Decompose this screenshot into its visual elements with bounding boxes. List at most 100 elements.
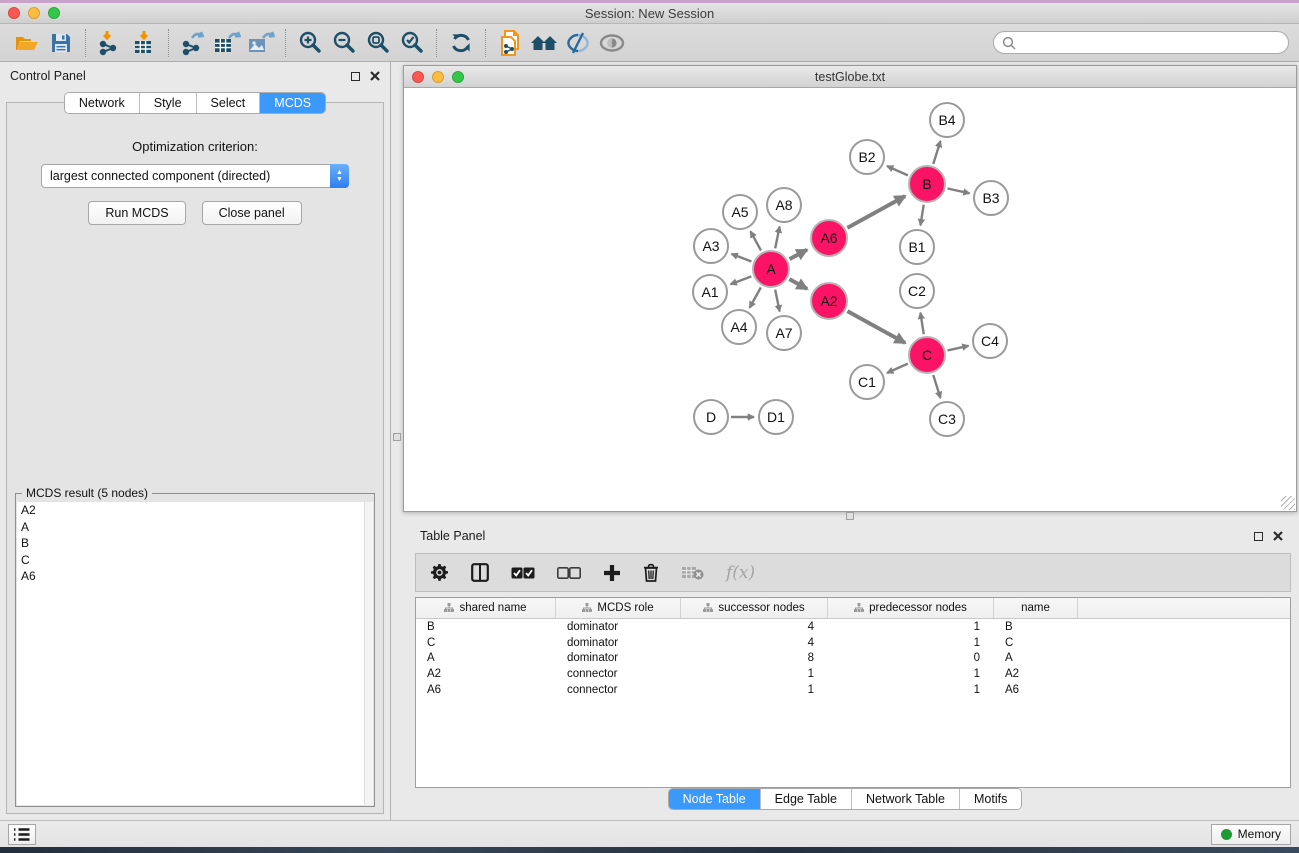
table-settings-icon[interactable] xyxy=(430,563,449,582)
column-header-successor-nodes[interactable]: successor nodes xyxy=(681,598,828,618)
graph-node-C[interactable]: C xyxy=(908,336,946,374)
eye-icon[interactable] xyxy=(595,27,629,59)
mcds-result-list[interactable]: A2ABCA6 xyxy=(17,502,373,805)
tab-node-table[interactable]: Node Table xyxy=(669,789,761,809)
deselect-all-checkboxes-icon[interactable] xyxy=(557,567,581,579)
optimization-criterion-select[interactable]: largest connected component (directed) ▲… xyxy=(41,164,349,188)
graph-edge-C-C1[interactable] xyxy=(887,364,908,373)
graph-edge-B-B2[interactable] xyxy=(887,166,908,175)
mcds-result-item[interactable]: A2 xyxy=(17,502,373,519)
graph-node-D1[interactable]: D1 xyxy=(758,399,794,435)
mcds-result-item[interactable]: A xyxy=(17,519,373,536)
column-header-predecessor-nodes[interactable]: predecessor nodes xyxy=(828,598,994,618)
graph-node-A3[interactable]: A3 xyxy=(693,228,729,264)
graph-node-A[interactable]: A xyxy=(752,250,790,288)
graph-edge-B-B1[interactable] xyxy=(920,205,923,226)
search-input[interactable] xyxy=(1021,36,1280,50)
function-builder-icon[interactable]: f(x) xyxy=(726,563,755,583)
graph-edge-C-C3[interactable] xyxy=(933,375,940,398)
graph-edge-A-A4[interactable] xyxy=(750,287,761,307)
delete-column-icon[interactable] xyxy=(643,563,659,582)
close-panel-button[interactable]: Close panel xyxy=(202,201,302,225)
graph-node-B4[interactable]: B4 xyxy=(929,102,965,138)
graph-edge-A2-C[interactable] xyxy=(847,311,905,343)
graph-node-B2[interactable]: B2 xyxy=(849,139,885,175)
import-network-icon[interactable] xyxy=(93,27,127,59)
window-resize-grip[interactable] xyxy=(1281,496,1295,510)
home-layout-icon[interactable] xyxy=(527,27,561,59)
zoom-in-icon[interactable] xyxy=(293,27,327,59)
memory-button[interactable]: Memory xyxy=(1211,824,1291,845)
tab-motifs[interactable]: Motifs xyxy=(960,789,1021,809)
graph-node-B[interactable]: B xyxy=(908,165,946,203)
mcds-result-item[interactable]: A6 xyxy=(17,568,373,585)
column-header-MCDS-role[interactable]: MCDS role xyxy=(556,598,681,618)
tab-edge-table[interactable]: Edge Table xyxy=(761,789,852,809)
graph-edge-A-A3[interactable] xyxy=(732,254,752,262)
zoom-out-icon[interactable] xyxy=(327,27,361,59)
graph-node-C4[interactable]: C4 xyxy=(972,323,1008,359)
add-column-icon[interactable] xyxy=(603,564,621,582)
column-header-shared-name[interactable]: shared name xyxy=(416,598,556,618)
result-list-scrollbar[interactable] xyxy=(364,502,373,805)
select-all-checkboxes-icon[interactable] xyxy=(511,567,535,579)
graph-node-A7[interactable]: A7 xyxy=(766,315,802,351)
graph-node-A4[interactable]: A4 xyxy=(721,309,757,345)
graph-edge-A6-B[interactable] xyxy=(847,196,905,228)
table-row[interactable]: A2connector11A2 xyxy=(416,666,1290,682)
export-image-icon[interactable] xyxy=(244,27,278,59)
graph-edge-C-C4[interactable] xyxy=(947,346,968,351)
horizontal-splitter-handle[interactable] xyxy=(393,433,401,441)
show-hide-icon[interactable] xyxy=(561,27,595,59)
refresh-icon[interactable] xyxy=(444,27,478,59)
graph-node-A8[interactable]: A8 xyxy=(766,187,802,223)
graph-node-A2[interactable]: A2 xyxy=(810,282,848,320)
graph-node-A6[interactable]: A6 xyxy=(810,219,848,257)
zoom-selected-icon[interactable] xyxy=(395,27,429,59)
graph-edge-B-B4[interactable] xyxy=(933,141,940,164)
new-network-from-selection-icon[interactable] xyxy=(493,27,527,59)
import-table-icon[interactable] xyxy=(127,27,161,59)
graph-edge-A-A6[interactable] xyxy=(790,250,807,259)
float-table-panel-icon[interactable] xyxy=(1254,532,1263,541)
tab-style[interactable]: Style xyxy=(140,93,197,113)
graph-node-B3[interactable]: B3 xyxy=(973,180,1009,216)
zoom-fit-icon[interactable] xyxy=(361,27,395,59)
table-row[interactable]: Cdominator41C xyxy=(416,635,1290,651)
save-session-icon[interactable] xyxy=(44,27,78,59)
tab-network[interactable]: Network xyxy=(65,93,140,113)
run-mcds-button[interactable]: Run MCDS xyxy=(88,201,185,225)
task-history-button[interactable] xyxy=(8,824,36,845)
split-columns-icon[interactable] xyxy=(471,563,489,582)
graph-edge-A-A8[interactable] xyxy=(775,227,779,249)
graph-node-C3[interactable]: C3 xyxy=(929,401,965,437)
column-header-name[interactable]: name xyxy=(994,598,1078,618)
graph-node-A1[interactable]: A1 xyxy=(692,274,728,310)
graph-node-D[interactable]: D xyxy=(693,399,729,435)
tab-mcds[interactable]: MCDS xyxy=(260,93,325,113)
float-panel-icon[interactable] xyxy=(351,72,360,81)
tab-network-table[interactable]: Network Table xyxy=(852,789,960,809)
toolbar-search-box[interactable] xyxy=(993,31,1289,54)
graph-edge-A-A7[interactable] xyxy=(775,290,779,312)
graph-node-C2[interactable]: C2 xyxy=(899,273,935,309)
close-table-panel-icon[interactable] xyxy=(1273,531,1283,541)
export-table-icon[interactable] xyxy=(210,27,244,59)
vertical-splitter-handle[interactable] xyxy=(846,512,854,520)
graph-node-B1[interactable]: B1 xyxy=(899,229,935,265)
close-panel-icon[interactable] xyxy=(370,71,380,81)
graph-edge-A-A1[interactable] xyxy=(731,276,752,284)
graph-edge-C-C2[interactable] xyxy=(920,313,923,335)
tab-select[interactable]: Select xyxy=(197,93,261,113)
mcds-result-item[interactable]: C xyxy=(17,552,373,569)
delete-table-icon[interactable] xyxy=(681,565,704,580)
graph-edge-A-A2[interactable] xyxy=(789,279,807,289)
network-canvas[interactable]: B4B2BB3A8A5A6A3B1AA1C2A2A4A7C4CC1DD1C3 xyxy=(404,88,1296,511)
table-row[interactable]: Adominator80A xyxy=(416,651,1290,667)
mcds-result-item[interactable]: B xyxy=(17,535,373,552)
graph-node-A5[interactable]: A5 xyxy=(722,194,758,230)
export-network-icon[interactable] xyxy=(176,27,210,59)
table-row[interactable]: A6connector11A6 xyxy=(416,682,1290,698)
open-session-icon[interactable] xyxy=(10,27,44,59)
graph-edge-A-A5[interactable] xyxy=(751,231,761,250)
